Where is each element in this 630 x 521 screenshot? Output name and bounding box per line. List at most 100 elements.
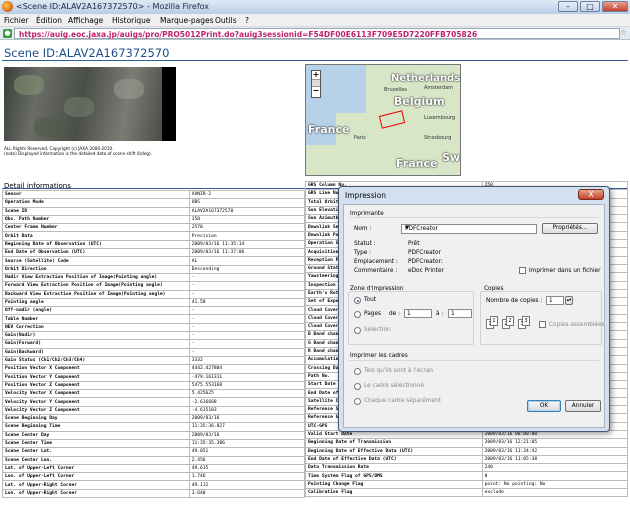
left-cell-key: Off-nadir (angle) [2,306,190,316]
table-row: Source (Satellite) Code AL [2,256,306,266]
location-map[interactable]: Netherlands Belgium France France Swit A… [305,64,461,176]
left-cell-value: 1.746 [188,472,306,482]
left-cell-key: Lon. of Upper-Right Corner [2,488,190,499]
left-cell-key: Lat. of Upper-Right Corner [2,480,190,490]
maximize-button[interactable]: □ [580,1,600,12]
divider [349,217,599,218]
table-row: Scene Center Lon. 2.456 [2,455,306,465]
collate-checkbox[interactable] [539,321,546,328]
table-row: Gain(Backward) - [2,347,306,357]
table-row: Off-nadir (angle) - [2,306,306,316]
left-cell-value: 3.640 [188,488,306,499]
ok-button[interactable]: OK [527,400,561,412]
type-value: PDFCreator [408,250,441,256]
left-cell-value: 4442.427804 [188,364,306,374]
frame-opt2-radio[interactable] [354,383,361,390]
left-cell-key: Position Vector Z Component [2,380,190,391]
left-cell-key: Center Frame Number [2,223,190,233]
left-cell-value: 2009/03/16 [188,430,306,440]
close-icon[interactable]: X [578,189,604,200]
left-cell-key: Gain(Backward) [2,347,190,357]
scene-footprint [378,110,406,129]
menu-bar: Fichier Édition Affichage Historique Mar… [0,14,630,27]
range-pages-label: Pages [364,311,382,317]
right-cell-value: 240 [481,463,629,473]
star-icon[interactable]: ☆ [620,28,627,37]
table-row: Scene Center Time 11:35:35.386 [2,438,306,449]
range-all-radio[interactable] [354,297,361,304]
properties-button[interactable]: Propriétés... [542,223,598,234]
address-text: https://auig.eoc.jaxa.jp/auigs/pro/PRO50… [19,30,478,39]
dialog-body: Imprimante Nom : PDFCreator ▼ Propriétés… [343,204,605,428]
left-cell-key: Beginning Date of Observation (UTC) [2,239,190,250]
left-cell-key: Velocity Vector X Component [2,389,190,399]
left-cell-key: Orbit Data [2,231,190,241]
table-row: Scene Beginning Day 2009/03/16 [2,413,306,424]
left-cell-key: Pointing angle [2,297,190,308]
copies-spinner[interactable]: ▴▾ [565,296,573,305]
range-pages-radio[interactable] [354,311,361,318]
table-row: Time System Flag of GPS/DMS 0 [305,471,629,481]
left-cell-value: - [188,339,306,349]
right-cell-key: Beginning Date of Effective Data (UTC) [305,446,483,456]
cancel-button[interactable]: Annuler [565,400,601,412]
detail-table-left: Sensor AVNIR-2 Operation Mode OBS Scene ID AL… [2,189,306,499]
table-row: Scene Center Lat. 49.051 [2,447,306,457]
left-cell-value: 11:35:35.386 [188,438,306,449]
left-cell-value: - [188,281,306,291]
menu-help[interactable]: ? [245,16,249,25]
comment-label: Commentaire : [354,268,398,274]
left-cell-key: Scene Center Lon. [2,455,190,465]
left-cell-value: 49.051 [188,447,306,457]
scene-thumbnail [4,67,176,141]
right-cell-value: point: No pointing: No [481,479,629,490]
frame-opt1-label: Tels qu'ils sont à l'écran [364,368,433,374]
menu-fichier[interactable]: Fichier [4,16,29,25]
collate-page-icon: 3 [522,316,530,326]
table-row: Calibration Flag exclude [305,487,629,498]
map-zoom-control: + − [311,70,321,98]
right-cell-key: Data Transmission Rate [305,463,483,473]
address-input[interactable]: https://auig.eoc.jaxa.jp/auigs/pro/PRO50… [14,28,620,39]
left-cell-value: 2009/03/16 11:35:14 [188,239,306,250]
copies-label: Nombre de copies : [486,298,543,304]
table-row: NEV Correction - [2,322,306,333]
zoom-out-button[interactable]: − [312,87,320,95]
left-cell-key: Backward View Extraction Position of Ima… [2,289,190,299]
table-row: Gain(Nadir) - [2,331,306,341]
dialog-title: Impression [345,191,387,200]
note-caption: (note) Displayed information is the deta… [4,151,153,156]
table-row: Pointing angle 41.50 [2,297,306,308]
menu-edition[interactable]: Édition [36,16,62,25]
table-row: Data Transmission Rate 240 [305,463,629,473]
table-row: Table Number - [2,314,306,324]
left-cell-key: Operation Mode [2,198,190,208]
url-bar: ● https://auig.eoc.jaxa.jp/auigs/pro/PRO… [0,27,630,40]
range-selection-radio[interactable] [354,327,361,334]
close-window-button[interactable]: ✕ [602,1,628,12]
menu-affichage[interactable]: Affichage [68,16,103,25]
from-input[interactable]: 1 [404,309,432,318]
frame-opt3-radio[interactable] [354,398,361,405]
to-input[interactable]: 1 [448,309,472,318]
printer-select[interactable]: PDFCreator ▼ [401,224,537,234]
left-cell-key: Velocity Vector Z Component [2,405,190,416]
map-city: Paris [354,135,366,141]
menu-marque-pages[interactable]: Marque-pages [160,16,214,25]
left-cell-value: -479.161311 [188,372,306,382]
left-cell-value: 358 [188,214,306,225]
map-label: Belgium [394,95,445,108]
menu-outils[interactable]: Outils [215,16,237,25]
table-row: Lon. of Upper-Left Corner 1.746 [2,472,306,482]
menu-historique[interactable]: Historique [112,16,150,25]
left-cell-value: -4.615103 [188,405,306,416]
left-cell-value: -2.616668 [188,397,306,407]
copies-input[interactable]: 1 [546,296,564,305]
lock-icon: ● [3,29,12,38]
print-to-file-checkbox[interactable] [519,267,526,274]
left-cell-value: 2009/03/16 [188,413,306,424]
zoom-in-button[interactable]: + [312,71,320,79]
minimize-button[interactable]: – [558,1,578,12]
print-to-file-label: Imprimer dans un fichier [529,268,601,274]
frame-opt1-radio[interactable] [354,368,361,375]
